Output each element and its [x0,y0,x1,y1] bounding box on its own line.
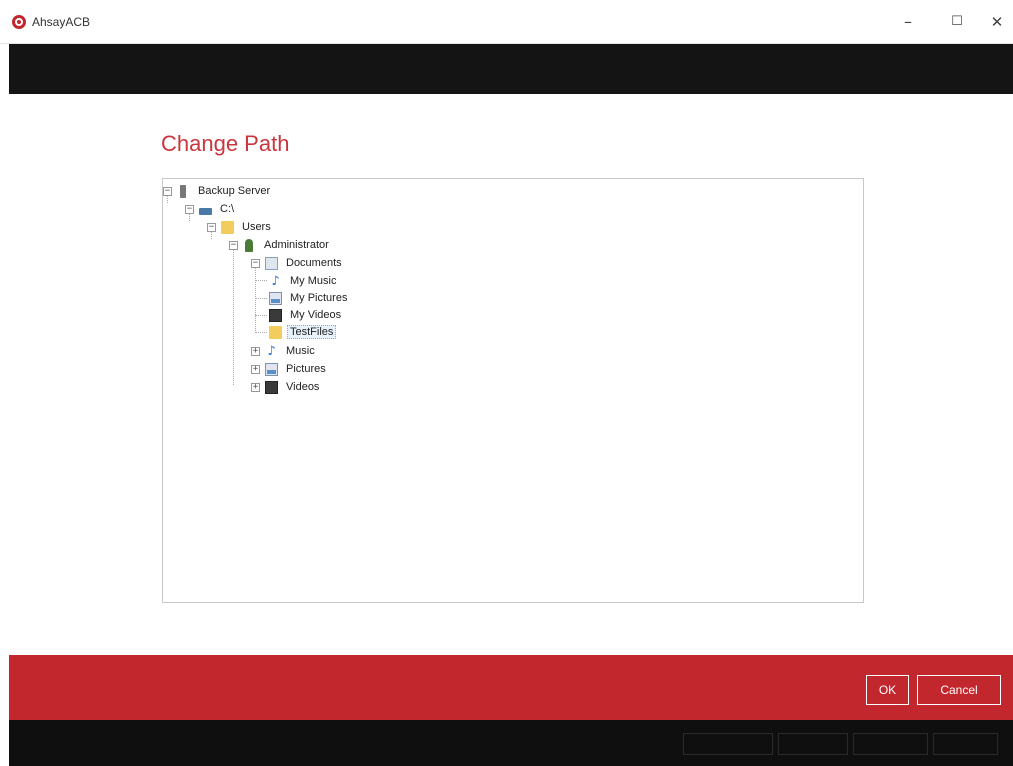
videos-icon [269,308,282,322]
server-icon [180,184,186,198]
pictures-icon [265,362,278,376]
user-icon [245,238,253,252]
tree-node-administrator[interactable]: − Administrator [229,237,332,253]
tree-node-drive-c[interactable]: − C:\ [185,201,237,217]
collapse-toggle[interactable]: − [185,204,194,214]
maximize-button[interactable]: ☐ [942,10,972,34]
tree-node-label: C:\ [220,203,235,215]
drive-icon [199,207,212,215]
music-icon: ♪ [267,343,276,359]
footer-ghost-button [683,733,773,755]
tree-connector [233,245,234,385]
tree-node-documents[interactable]: − Documents [251,255,345,271]
music-icon: ♪ [271,273,280,289]
tree-node-my-videos[interactable]: My Videos [269,307,344,323]
close-button[interactable]: ✕ [982,10,1012,34]
folder-tree[interactable]: − Backup Server − C:\ − Users − Administ… [162,178,864,603]
collapse-toggle[interactable]: − [229,240,238,250]
window-titlebar: AhsayACB – ☐ ✕ [0,0,1013,44]
tree-connector [255,280,267,281]
expand-toggle[interactable]: + [251,346,260,356]
tree-node-my-pictures[interactable]: My Pictures [269,290,350,306]
pictures-icon [269,291,282,305]
tree-node-label: Music [286,345,315,357]
tree-node-my-music[interactable]: ♪ My Music [269,273,339,289]
tree-connector [255,298,267,299]
footer-ghost-button [933,733,998,755]
window-title: AhsayACB [32,15,91,29]
tree-node-users[interactable]: − Users [207,219,274,235]
footer-ghost-button [778,733,848,755]
action-bar [9,655,1013,720]
page-title: Change Path [161,131,290,156]
tree-node-label: Documents [286,257,342,269]
tree-node-label: Administrator [264,239,329,251]
collapse-toggle[interactable]: − [207,222,216,232]
collapse-toggle[interactable]: − [251,258,260,268]
tree-node-pictures[interactable]: + Pictures [251,361,329,377]
tree-node-label: Backup Server [198,185,271,197]
tree-connector [255,332,267,333]
expand-toggle[interactable]: + [251,382,260,392]
tree-node-label: TestFiles [287,325,337,339]
ahsay-logo-icon [12,15,26,29]
tree-node-label: My Music [290,275,337,287]
tree-node-label: My Videos [290,309,342,321]
tree-node-testfiles[interactable]: TestFiles [269,324,337,340]
folder-icon [221,220,234,234]
tree-node-label: Videos [286,381,320,393]
folder-icon [269,325,282,339]
tree-node-label: Pictures [286,363,326,375]
header-bar [9,44,1013,94]
documents-icon [265,256,278,270]
tree-node-backup-server[interactable]: − Backup Server [163,183,273,199]
collapse-toggle[interactable]: − [163,186,172,196]
videos-icon [265,380,278,394]
expand-toggle[interactable]: + [251,364,260,374]
cancel-button[interactable]: Cancel [917,675,1001,705]
minimize-button[interactable]: – [893,10,923,34]
tree-node-label: My Pictures [290,292,348,304]
ok-button[interactable]: OK [866,675,909,705]
tree-node-music[interactable]: + ♪ Music [251,343,318,359]
tree-node-label: Users [242,221,271,233]
footer-ghost-button [853,733,928,755]
tree-connector [255,315,267,316]
tree-node-videos[interactable]: + Videos [251,379,322,395]
